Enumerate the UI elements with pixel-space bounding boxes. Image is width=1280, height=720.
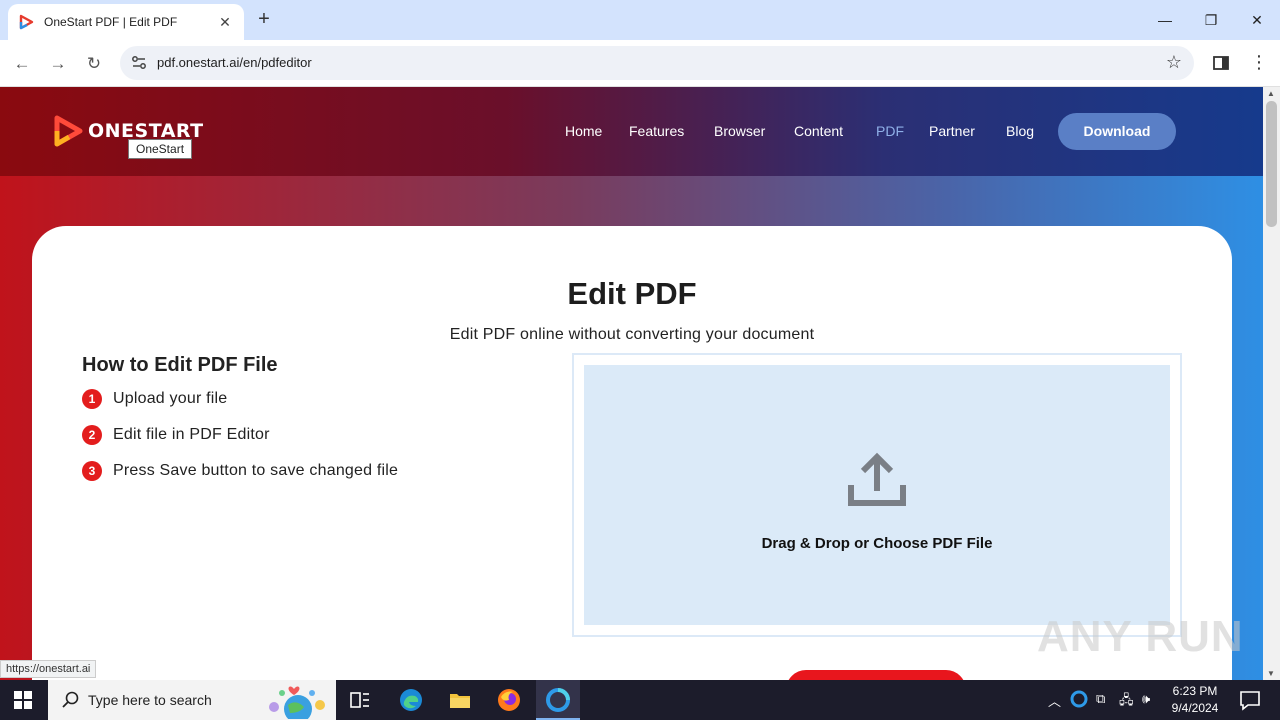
site-settings-icon[interactable] — [130, 54, 148, 72]
step-item: 2 Edit file in PDF Editor — [82, 425, 270, 445]
search-placeholder: Type here to search — [88, 692, 212, 708]
browser-tab-bar: OneStart PDF | Edit PDF ✕ + — ❐ ✕ — [0, 0, 1280, 40]
onestart-taskbar-item[interactable] — [536, 680, 580, 720]
download-button[interactable]: Download — [1058, 113, 1176, 150]
nav-home[interactable]: Home — [565, 123, 602, 139]
reload-button[interactable]: ↻ — [82, 52, 106, 76]
search-highlight-globe-icon — [269, 686, 325, 719]
step-text: Edit file in PDF Editor — [113, 426, 270, 443]
browser-tab[interactable]: OneStart PDF | Edit PDF ✕ — [8, 4, 244, 40]
clock-date: 9/4/2024 — [1171, 701, 1219, 715]
step-text: Press Save button to save changed file — [113, 462, 399, 479]
file-explorer-icon[interactable] — [448, 688, 472, 712]
tab-title: OneStart PDF | Edit PDF — [44, 15, 178, 29]
address-toolbar: ← → ↻ pdf.onestart.ai/en/pdfeditor ☆ ⋮ — [0, 40, 1280, 87]
bookmark-star-icon[interactable]: ☆ — [1166, 52, 1182, 73]
page-subtitle: Edit PDF online without converting your … — [449, 326, 815, 343]
site-header: ONESTART OneStart Home Features Browser … — [0, 87, 1263, 176]
taskbar-clock[interactable]: 6:23 PM 9/4/2024 — [1164, 683, 1226, 717]
status-bar-url: https://onestart.ai — [0, 660, 97, 678]
nav-blog[interactable]: Blog — [1006, 123, 1034, 139]
tray-onestart-icon[interactable] — [1070, 690, 1088, 708]
step-number-badge: 2 — [82, 425, 102, 445]
nav-partner[interactable]: Partner — [929, 123, 975, 139]
omnibox[interactable]: pdf.onestart.ai/en/pdfeditor ☆ — [120, 46, 1194, 80]
step-number-badge: 1 — [82, 389, 102, 409]
nav-features[interactable]: Features — [629, 123, 684, 139]
howto-title: How to Edit PDF File — [82, 354, 278, 376]
browser-menu-icon[interactable]: ⋮ — [1250, 52, 1268, 73]
taskbar-search[interactable]: Type here to search — [48, 680, 336, 720]
nav-browser[interactable]: Browser — [714, 123, 765, 139]
page-viewport: ONESTART OneStart Home Features Browser … — [0, 87, 1263, 680]
tab-close-icon[interactable]: ✕ — [216, 14, 234, 31]
task-view-icon[interactable] — [348, 688, 372, 712]
upload-icon — [848, 452, 906, 506]
windows-start-icon[interactable] — [14, 691, 32, 709]
new-tab-button[interactable]: + — [252, 8, 276, 32]
step-text: Upload your file — [113, 390, 228, 407]
page-title: Edit PDF — [567, 276, 697, 311]
scroll-down-arrow-icon[interactable]: ▼ — [1267, 669, 1275, 678]
back-button[interactable]: ← — [10, 52, 34, 76]
page-scrollbar[interactable]: ▲ ▼ — [1263, 87, 1280, 680]
tray-overflow-chevron-icon[interactable]: ︿ — [1048, 691, 1061, 710]
search-icon — [62, 691, 79, 708]
anyrun-watermark: ANY RUN — [1037, 612, 1244, 661]
tray-device-icon[interactable]: ⧉ — [1096, 691, 1105, 707]
windows-taskbar: Type here to search ︿ ⧉ 🖧 🕪 6:23 PM 9/4/… — [0, 680, 1280, 720]
restore-button[interactable]: ❐ — [1188, 8, 1234, 32]
logo-tooltip: OneStart — [128, 139, 193, 159]
drop-zone-text[interactable]: Drag & Drop or Choose PDF File — [584, 535, 1170, 552]
onestart-app-icon — [546, 688, 570, 712]
edge-browser-icon[interactable] — [399, 688, 423, 712]
close-window-button[interactable]: ✕ — [1234, 8, 1280, 32]
firefox-icon[interactable] — [497, 688, 521, 712]
file-drop-zone[interactable]: Drag & Drop or Choose PDF File — [584, 365, 1170, 625]
step-number-badge: 3 — [82, 461, 102, 481]
minimize-button[interactable]: — — [1142, 8, 1188, 32]
side-panel-icon[interactable] — [1212, 54, 1230, 72]
file-drop-frame: Drag & Drop or Choose PDF File — [572, 353, 1182, 637]
network-icon[interactable]: 🖧 — [1119, 691, 1134, 713]
nav-pdf[interactable]: PDF — [876, 123, 904, 139]
clock-time: 6:23 PM — [1172, 684, 1218, 698]
scroll-up-arrow-icon[interactable]: ▲ — [1267, 89, 1275, 98]
nav-content[interactable]: Content — [794, 123, 843, 139]
notification-center-icon[interactable] — [1238, 688, 1262, 712]
scroll-thumb[interactable] — [1266, 101, 1277, 227]
volume-icon[interactable]: 🕪 — [1142, 691, 1150, 707]
step-item: 1 Upload your file — [82, 389, 227, 409]
url-text[interactable]: pdf.onestart.ai/en/pdfeditor — [157, 55, 312, 70]
step-item: 3 Press Save button to save changed file — [82, 461, 398, 481]
choose-file-button[interactable] — [786, 670, 966, 680]
forward-button[interactable]: → — [46, 52, 70, 76]
onestart-favicon-icon — [19, 14, 34, 30]
onestart-logo-icon — [54, 115, 83, 147]
